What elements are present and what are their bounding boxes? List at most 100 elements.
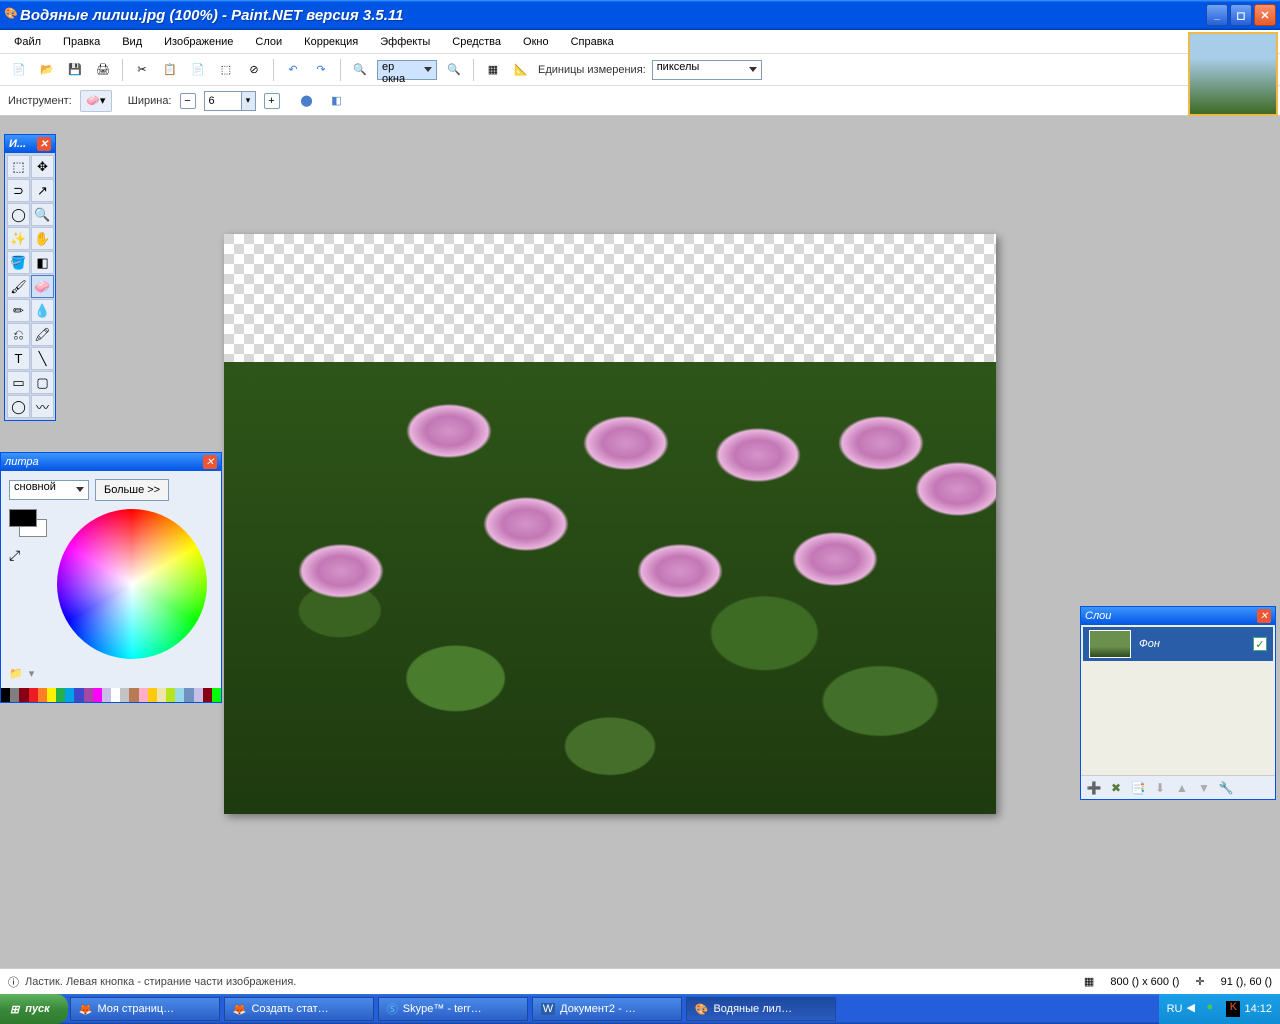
units-dropdown[interactable]: пикселы	[652, 60, 762, 80]
clone-tool[interactable]: ⎌	[7, 323, 30, 346]
color-mode-dropdown[interactable]: сновной	[9, 480, 89, 500]
color-palette-strip[interactable]	[1, 688, 221, 702]
paste-icon[interactable]: 📄	[187, 59, 209, 81]
primary-color-swatch[interactable]	[9, 509, 37, 527]
layers-panel-title[interactable]: Слои ✕	[1081, 607, 1275, 625]
taskbar-item-word[interactable]: WДокумент2 - …	[532, 997, 682, 1021]
new-icon[interactable]: 📄	[8, 59, 30, 81]
color-swatches: ⤢	[9, 509, 47, 564]
chevron-down-icon[interactable]: ▾	[241, 92, 255, 110]
freeform-tool[interactable]: 〰	[31, 395, 54, 418]
delete-layer-icon[interactable]: ✖	[1107, 779, 1125, 797]
swap-colors-icon[interactable]: ⤢	[9, 547, 47, 564]
menu-adjust[interactable]: Коррекция	[300, 34, 362, 50]
move-down-icon[interactable]: ▼	[1195, 779, 1213, 797]
menu-image[interactable]: Изображение	[160, 34, 237, 50]
tray-icon[interactable]: ◀	[1186, 1001, 1202, 1017]
grid-icon[interactable]: ▦	[482, 59, 504, 81]
antialias-icon[interactable]: ⬤	[296, 90, 318, 112]
more-button[interactable]: Больше >>	[95, 479, 169, 501]
layers-list: Фон ✓	[1081, 625, 1275, 775]
merge-down-icon[interactable]: ⬇	[1151, 779, 1169, 797]
color-wheel[interactable]	[57, 509, 207, 659]
clock[interactable]: 14:12	[1244, 1003, 1272, 1015]
wand-tool[interactable]: ✨	[7, 227, 30, 250]
deselect-icon[interactable]: ⊘	[243, 59, 265, 81]
width-stepper[interactable]: ▾	[204, 91, 256, 111]
cut-icon[interactable]: ✂	[131, 59, 153, 81]
text-tool[interactable]: T	[7, 347, 30, 370]
redo-icon[interactable]: ↷	[310, 59, 332, 81]
menu-layers[interactable]: Слои	[251, 34, 286, 50]
ruler-icon[interactable]: 📐	[510, 59, 532, 81]
layer-visibility-checkbox[interactable]: ✓	[1253, 637, 1267, 651]
add-layer-icon[interactable]: ➕	[1085, 779, 1103, 797]
close-icon[interactable]: ✕	[1257, 609, 1271, 623]
zoom-dropdown[interactable]: ер окна	[377, 60, 437, 80]
print-icon[interactable]: 🖨	[92, 59, 114, 81]
taskbar-item-firefox1[interactable]: 🦊Моя страниц…	[70, 997, 220, 1021]
document-thumbnail[interactable]	[1188, 32, 1278, 116]
start-button[interactable]: ⊞ пуск	[0, 994, 68, 1024]
open-icon[interactable]: 📂	[36, 59, 58, 81]
taskbar-item-skype[interactable]: ⓈSkype™ - terr…	[378, 997, 528, 1021]
current-tool-icon[interactable]: 🧼▾	[80, 90, 112, 112]
brush-tool[interactable]: 🖌	[7, 275, 30, 298]
undo-icon[interactable]: ↶	[282, 59, 304, 81]
recolor-tool[interactable]: 🖍	[31, 323, 54, 346]
move-tool[interactable]: ✥	[31, 155, 54, 178]
blend-icon[interactable]: ◧	[326, 90, 348, 112]
rect-select-tool[interactable]: ⬚	[7, 155, 30, 178]
gradient-tool[interactable]: ◧	[31, 251, 54, 274]
tray-icon[interactable]: ●	[1206, 1001, 1222, 1017]
zoom-in-icon[interactable]: 🔍	[443, 59, 465, 81]
fill-tool[interactable]: 🪣	[7, 251, 30, 274]
duplicate-layer-icon[interactable]: 📑	[1129, 779, 1147, 797]
tray-icon[interactable]: K	[1226, 1001, 1240, 1017]
move-up-icon[interactable]: ▲	[1173, 779, 1191, 797]
layer-row[interactable]: Фон ✓	[1083, 627, 1273, 661]
pencil-tool[interactable]: ✏	[7, 299, 30, 322]
color-picker-tool[interactable]: 💧	[31, 299, 54, 322]
taskbar-item-paintnet[interactable]: 🎨Водяные лил…	[686, 997, 836, 1021]
line-tool[interactable]: ╲	[31, 347, 54, 370]
width-label: Ширина:	[128, 95, 172, 107]
menu-tools[interactable]: Средства	[448, 34, 505, 50]
minimize-button[interactable]: _	[1206, 4, 1228, 26]
close-button[interactable]: ✕	[1254, 4, 1276, 26]
lasso-tool[interactable]: ⊃	[7, 179, 30, 202]
menu-file[interactable]: Файл	[10, 34, 45, 50]
separator	[273, 59, 274, 81]
menu-edit[interactable]: Правка	[59, 34, 104, 50]
close-icon[interactable]: ✕	[37, 137, 51, 151]
lang-indicator[interactable]: RU	[1167, 1003, 1183, 1015]
menu-view[interactable]: Вид	[118, 34, 146, 50]
ellipse-tool[interactable]: ◯	[7, 395, 30, 418]
menu-window[interactable]: Окно	[519, 34, 553, 50]
move-selection-tool[interactable]: ↗	[31, 179, 54, 202]
add-color-icon[interactable]: 📁	[9, 667, 23, 680]
tools-panel-title[interactable]: И... ✕	[5, 135, 55, 153]
crop-icon[interactable]: ⬚	[215, 59, 237, 81]
rounded-rect-tool[interactable]: ▢	[31, 371, 54, 394]
maximize-button[interactable]: ◻	[1230, 4, 1252, 26]
zoom-tool[interactable]: 🔍	[31, 203, 54, 226]
rect-tool[interactable]: ▭	[7, 371, 30, 394]
width-plus-button[interactable]: +	[264, 93, 280, 109]
save-icon[interactable]: 💾	[64, 59, 86, 81]
ellipse-select-tool[interactable]: ◯	[7, 203, 30, 226]
canvas[interactable]	[224, 234, 996, 814]
menu-effects[interactable]: Эффекты	[376, 34, 434, 50]
copy-icon[interactable]: 📋	[159, 59, 181, 81]
eraser-tool[interactable]: 🧼	[31, 275, 54, 298]
layer-props-icon[interactable]: 🔧	[1217, 779, 1235, 797]
width-input[interactable]	[205, 92, 241, 110]
pan-tool[interactable]: ✋	[31, 227, 54, 250]
tools-grid: ⬚ ✥ ⊃ ↗ ◯ 🔍 ✨ ✋ 🪣 ◧ 🖌 🧼 ✏ 💧 ⎌ 🖍 T ╲ ▭ ▢ …	[5, 153, 55, 420]
menu-help[interactable]: Справка	[567, 34, 618, 50]
zoom-out-icon[interactable]: 🔍	[349, 59, 371, 81]
close-icon[interactable]: ✕	[203, 455, 217, 469]
color-panel-title[interactable]: литра ✕	[1, 453, 221, 471]
width-minus-button[interactable]: −	[180, 93, 196, 109]
taskbar-item-firefox2[interactable]: 🦊Создать стат…	[224, 997, 374, 1021]
